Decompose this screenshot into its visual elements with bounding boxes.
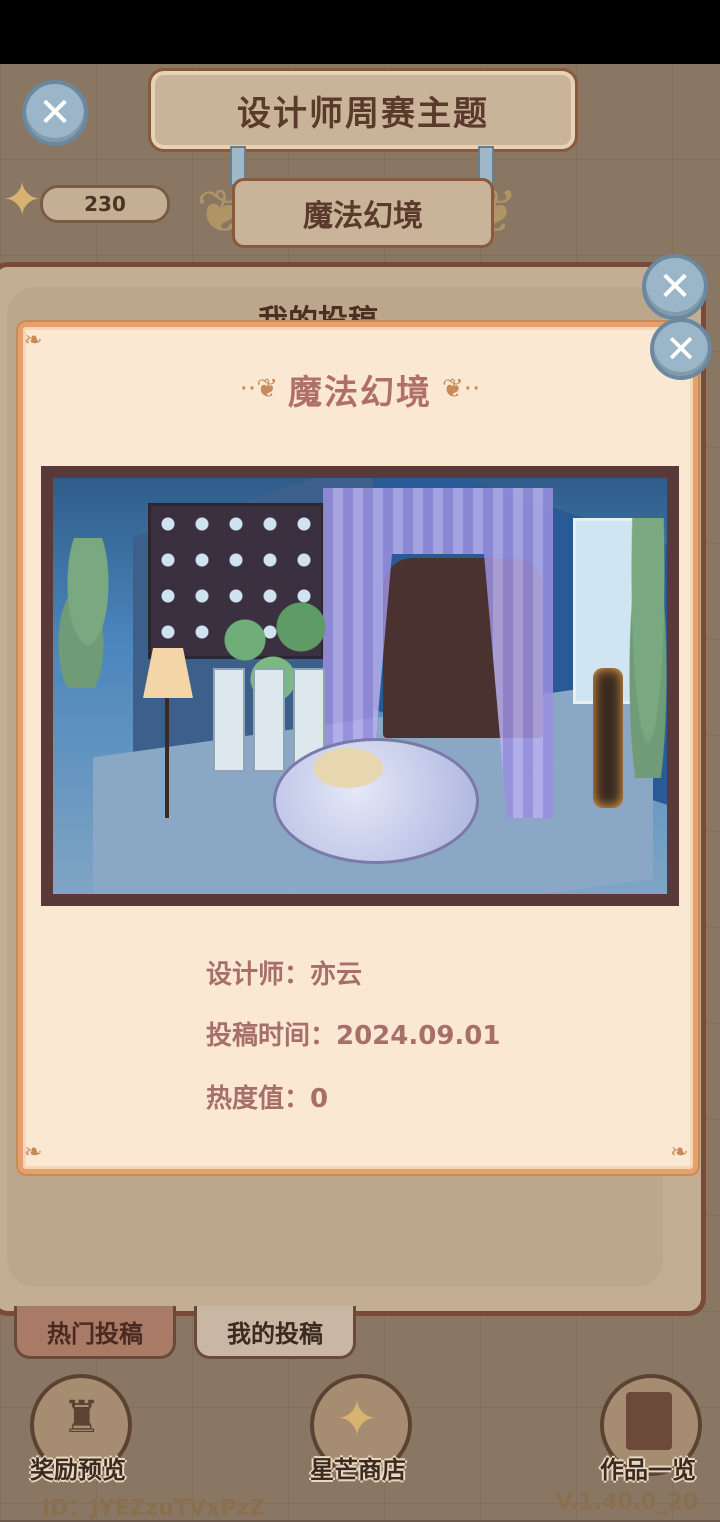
modal-title: 魔法幻境	[288, 372, 432, 413]
tab-my-submissions[interactable]: 我的投稿	[194, 1306, 356, 1359]
room-preview-image[interactable]	[41, 466, 679, 906]
trophy-icon: ♜	[62, 1392, 102, 1443]
corner-ornament-icon: ❧	[24, 1140, 43, 1165]
close-icon[interactable]: ✕	[642, 254, 708, 320]
corner-ornament-icon: ❧	[24, 328, 43, 353]
room-scene	[53, 478, 667, 894]
book-icon	[626, 1392, 672, 1450]
page-title: 设计师周赛主题	[237, 93, 489, 134]
star-icon: ✦	[2, 172, 43, 228]
close-icon[interactable]: ✕	[22, 80, 88, 146]
theme-plate: 魔法幻境	[232, 178, 494, 248]
star-compass-icon: ✦	[336, 1390, 378, 1448]
flourish-right-icon: ❦··	[442, 374, 481, 404]
bed-pillow	[313, 748, 383, 788]
flower-pillar	[213, 668, 245, 772]
rewards-preview-label: 奖励预览	[30, 1456, 126, 1484]
vine-leaves-left	[53, 538, 123, 688]
floor-lamp-pole	[165, 698, 169, 818]
wall-torch	[593, 668, 623, 808]
corner-ornament-icon: ❧	[670, 1140, 689, 1165]
user-id: ID：JYEZzuTVxPzZ	[42, 1496, 266, 1521]
flower-pillar	[253, 668, 285, 772]
page-title-plate: 设计师周赛主题	[148, 68, 578, 152]
tab-hot-submissions[interactable]: 热门投稿	[14, 1306, 176, 1359]
tab-label: 热门投稿	[47, 1319, 143, 1348]
status-bar	[0, 0, 720, 64]
vine-leaves-right	[628, 518, 667, 778]
modal-header: ··❦ 魔法幻境 ❦··	[0, 362, 720, 416]
app-version: V.1.40.0_20	[556, 1490, 699, 1515]
works-overview-label: 作品一览	[600, 1456, 696, 1484]
star-shop-label: 星芒商店	[310, 1456, 406, 1484]
tab-label: 我的投稿	[227, 1319, 323, 1348]
heat-value-info: 热度值：0	[206, 1084, 329, 1114]
star-count: 230	[84, 192, 126, 216]
designer-info: 设计师：亦云	[206, 960, 363, 990]
star-counter: 230	[40, 185, 170, 223]
theme-title: 魔法幻境	[303, 199, 423, 234]
submit-time-info: 投稿时间：2024.09.01	[206, 1021, 501, 1051]
flourish-left-icon: ··❦	[239, 374, 278, 404]
